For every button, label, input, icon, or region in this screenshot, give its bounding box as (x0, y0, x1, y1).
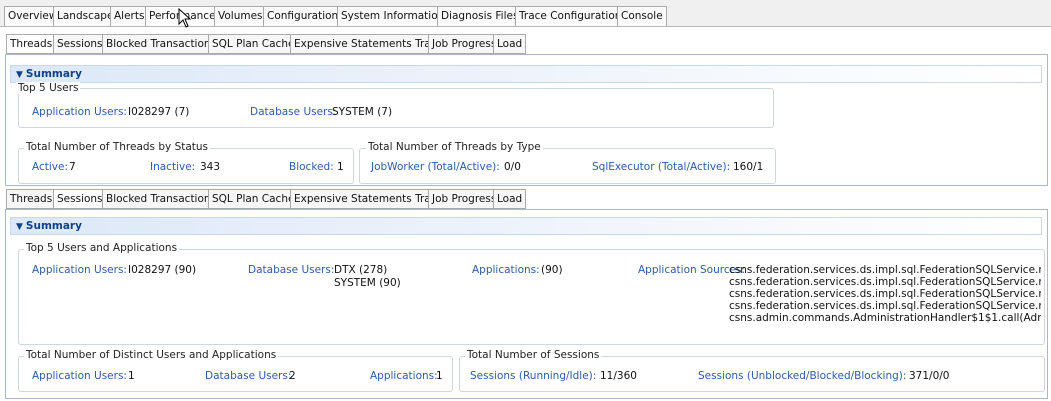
main-tab-bar: Overview Landscape Alerts Performance Vo… (0, 0, 1051, 28)
subtab-sessions[interactable]: Sessions (53, 34, 107, 54)
database-users-label: Database Users: (250, 106, 337, 118)
sessions-running-idle-value: 11/360 (600, 370, 637, 382)
subtab-expensive-statements[interactable]: Expensive Statements Trace (290, 34, 447, 54)
subtab-sql-plan-cache[interactable]: SQL Plan Cache (208, 34, 299, 54)
mouse-pointer-icon (178, 8, 192, 28)
application-users-value: I028297 (90) (128, 264, 197, 276)
group-title: Total Number of Distinct Users and Appli… (24, 349, 279, 361)
jobworker-value: 0/0 (504, 161, 521, 173)
subtab-expensive-statements[interactable]: Expensive Statements Trace (290, 189, 447, 209)
group-title: Total Number of Threads by Type (366, 141, 543, 153)
collapse-triangle-icon: ▼ (16, 70, 23, 80)
sqlexecutor-label: SqlExecutor (Total/Active): (592, 161, 731, 173)
tab-console[interactable]: Console (617, 6, 667, 26)
group-title: Top 5 Users and Applications (24, 242, 180, 254)
database-users-value: SYSTEM (7) (332, 106, 393, 118)
subtab-blocked-transactions[interactable]: Blocked Transactions (102, 189, 221, 209)
database-users-value: DTX (278) (334, 264, 388, 276)
list-item: csns.federation.services.ds.impl.sql.Fed… (729, 264, 1041, 276)
tab-landscape[interactable]: Landscape (53, 6, 118, 26)
tab-configuration[interactable]: Configuration (263, 6, 343, 26)
application-users-label: Application Users: (32, 370, 127, 382)
sessions-content: ▼ Summary Top 5 Users and Applications Ap… (5, 209, 1048, 399)
application-users-label: Application Users: (32, 106, 127, 118)
applications-value: 1 (436, 370, 443, 382)
applications-value: (90) (541, 264, 563, 276)
database-users-value: SYSTEM (90) (334, 277, 401, 289)
sessions-unblocked-value: 371/0/0 (909, 370, 950, 382)
list-item: csns.admin.commands.AdministrationHandle… (729, 312, 1041, 324)
sessions-running-idle-label: Sessions (Running/Idle): (470, 370, 597, 382)
subtab-job-progress[interactable]: Job Progress (428, 34, 501, 54)
blocked-value: 1 (337, 161, 344, 173)
tab-diagnosis-files[interactable]: Diagnosis Files (437, 6, 523, 26)
applications-label: Applications: (370, 370, 438, 382)
sessions-panel: Threads Sessions Blocked Transactions SQ… (5, 189, 1048, 399)
database-users-label: Database Users: (205, 370, 292, 382)
subtab-load[interactable]: Load (493, 34, 527, 54)
application-users-value: 1 (128, 370, 135, 382)
subtab-sessions[interactable]: Sessions (53, 189, 107, 209)
active-label: Active: (32, 161, 69, 173)
tab-trace-configuration[interactable]: Trace Configuration (515, 6, 626, 26)
sessions-summary-header[interactable]: ▼ Summary (10, 217, 1042, 235)
sessions-subtab-bar: Threads Sessions Blocked Transactions SQ… (5, 189, 1048, 209)
group-title: Total Number of Threads by Status (24, 141, 211, 153)
subtab-threads[interactable]: Threads (6, 34, 57, 54)
threads-subtab-bar: Threads Sessions Blocked Transactions SQ… (5, 34, 1048, 54)
subtab-sql-plan-cache[interactable]: SQL Plan Cache (208, 189, 299, 209)
summary-title: Summary (25, 68, 82, 80)
inactive-label: Inactive: (150, 161, 196, 173)
threads-content: ▼ Summary Top 5 Users Application Users: … (5, 54, 1048, 186)
group-title: Top 5 Users (16, 82, 81, 94)
collapse-triangle-icon: ▼ (16, 222, 23, 232)
subtab-job-progress[interactable]: Job Progress (428, 189, 501, 209)
list-item: csns.federation.services.ds.impl.sql.Fed… (729, 276, 1041, 288)
application-users-label: Application Users: (32, 264, 127, 276)
threads-panel: Threads Sessions Blocked Transactions SQ… (5, 34, 1048, 186)
database-users-value: 2 (289, 370, 296, 382)
database-users-label: Database Users: (248, 264, 335, 276)
subtab-threads[interactable]: Threads (6, 189, 57, 209)
tab-alerts[interactable]: Alerts (110, 6, 149, 26)
active-value: 7 (69, 161, 76, 173)
application-sources-list: csns.federation.services.ds.impl.sql.Fed… (729, 264, 1041, 324)
subtab-blocked-transactions[interactable]: Blocked Transactions (102, 34, 221, 54)
list-item: csns.federation.services.ds.impl.sql.Fed… (729, 288, 1041, 300)
inactive-value: 343 (200, 161, 221, 173)
list-item: csns.federation.services.ds.impl.sql.Fed… (729, 300, 1041, 312)
blocked-label: Blocked: (289, 161, 334, 173)
sqlexecutor-value: 160/1 (733, 161, 764, 173)
summary-title: Summary (25, 220, 82, 232)
subtab-load[interactable]: Load (493, 189, 527, 209)
jobworker-label: JobWorker (Total/Active): (371, 161, 500, 173)
group-title: Total Number of Sessions (465, 349, 602, 361)
threads-summary-header[interactable]: ▼ Summary (10, 65, 1042, 83)
tab-volumes[interactable]: Volumes (214, 6, 267, 26)
applications-label: Applications: (472, 264, 540, 276)
tab-system-information[interactable]: System Information (337, 6, 449, 26)
application-users-value: I028297 (7) (128, 106, 190, 118)
sessions-unblocked-label: Sessions (Unblocked/Blocked/Blocking): (698, 370, 907, 382)
